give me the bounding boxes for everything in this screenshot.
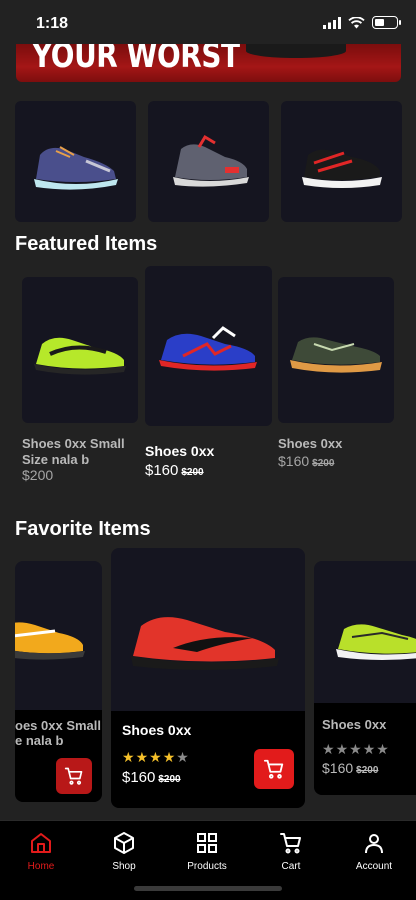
favorite-card[interactable]: Shoes 0xx ★ ★ ★ ★ ★ $160 $200 xyxy=(314,561,416,795)
star-icon: ★ xyxy=(162,749,176,765)
shoe-image xyxy=(34,337,126,375)
featured-item-name: Shoes 0xx Small Size nala b xyxy=(22,436,125,467)
price-old: $200 xyxy=(356,765,379,776)
nav-label: Cart xyxy=(281,861,301,872)
price-old: $200 xyxy=(158,774,181,785)
featured-title: Featured Items xyxy=(15,233,158,255)
box-icon xyxy=(114,832,134,854)
home-indicator xyxy=(134,886,282,891)
cart-icon xyxy=(263,759,284,779)
status-icons xyxy=(323,16,401,29)
nav-item-shop[interactable]: Shop xyxy=(89,831,159,872)
rating-stars: ★ ★ ★ ★ ★ xyxy=(122,750,189,764)
home-icon xyxy=(31,833,51,853)
nav-label: Products xyxy=(187,861,227,872)
nav-item-cart[interactable]: Cart xyxy=(256,831,326,872)
featured-item-price: $200 xyxy=(22,467,53,483)
price-current: $160 xyxy=(322,760,354,776)
favorite-card[interactable]: oes 0xx Small e nala b xyxy=(15,561,102,802)
featured-card-image[interactable] xyxy=(278,277,394,423)
user-icon xyxy=(365,834,383,854)
nav-item-account[interactable]: Account xyxy=(339,831,409,872)
shoe-image xyxy=(172,134,249,187)
shoe-image xyxy=(336,624,416,660)
favorite-card[interactable]: Shoes 0xx ★ ★ ★ ★ ★ $160 $200 xyxy=(111,548,305,808)
cart-icon xyxy=(280,833,301,854)
banner-shoe-image xyxy=(246,44,346,58)
promo-banner[interactable]: YOUR WORST xyxy=(16,44,401,82)
category-card-running[interactable] xyxy=(15,101,136,222)
grid-icon xyxy=(197,833,217,853)
featured-card-image[interactable] xyxy=(145,266,272,426)
nav-item-products[interactable]: Products xyxy=(172,831,242,872)
favorite-item-name: Shoes 0xx xyxy=(322,717,387,732)
shoe-image xyxy=(301,149,382,188)
star-icon: ★ xyxy=(335,741,349,757)
shoe-image xyxy=(158,326,257,371)
banner-text: YOUR WORST xyxy=(32,44,240,76)
shoe-image xyxy=(131,617,279,670)
favorite-item-name-line2: e nala b xyxy=(15,733,64,748)
signal-icon xyxy=(323,16,341,29)
nav-label: Account xyxy=(355,861,393,872)
wifi-icon xyxy=(348,16,365,28)
price-current: $160 xyxy=(278,453,310,469)
favorite-item-name: Shoes 0xx xyxy=(122,722,192,738)
add-to-cart-button[interactable] xyxy=(56,758,92,794)
price-old: $200 xyxy=(312,458,335,469)
shoe-image xyxy=(15,622,85,660)
featured-card-image[interactable] xyxy=(22,277,138,423)
favorite-item-price: $160 $200 xyxy=(122,769,181,786)
featured-item-price: $160 $200 xyxy=(145,462,204,479)
category-card-casual[interactable] xyxy=(281,101,402,222)
favorite-item-name: oes 0xx Small xyxy=(15,718,101,733)
category-card-training[interactable] xyxy=(148,101,269,222)
star-icon: ★ xyxy=(122,749,135,765)
nav-item-home[interactable]: Home xyxy=(6,831,76,872)
nav-label: Shop xyxy=(112,861,136,872)
status-bar: 1:18 xyxy=(0,0,416,44)
price-current: $160 xyxy=(145,462,179,479)
star-icon: ★ xyxy=(135,749,149,765)
star-icon: ★ xyxy=(149,749,162,765)
battery-icon xyxy=(372,16,401,29)
add-to-cart-button[interactable] xyxy=(254,749,294,789)
featured-item-name: Shoes 0xx xyxy=(145,443,215,459)
shoe-image xyxy=(290,337,382,373)
star-icon: ★ xyxy=(322,741,335,757)
favorite-title: Favorite Items xyxy=(15,518,151,540)
star-icon: ★ xyxy=(176,749,189,765)
price-current: $160 xyxy=(122,769,156,786)
favorite-item-price: $160 $200 xyxy=(322,760,378,776)
star-icon: ★ xyxy=(376,741,389,757)
nav-label: Home xyxy=(27,861,55,872)
cart-icon xyxy=(64,767,83,785)
featured-item-price: $160 $200 xyxy=(278,453,334,469)
category-row xyxy=(15,101,402,222)
status-time: 1:18 xyxy=(36,15,69,32)
featured-item-name: Shoes 0xx xyxy=(278,436,343,451)
shoe-image xyxy=(33,145,118,190)
price-old: $200 xyxy=(181,467,204,478)
star-icon: ★ xyxy=(362,741,376,757)
rating-stars: ★ ★ ★ ★ ★ xyxy=(322,742,389,756)
star-icon: ★ xyxy=(349,741,362,757)
price-current: $200 xyxy=(22,467,54,483)
